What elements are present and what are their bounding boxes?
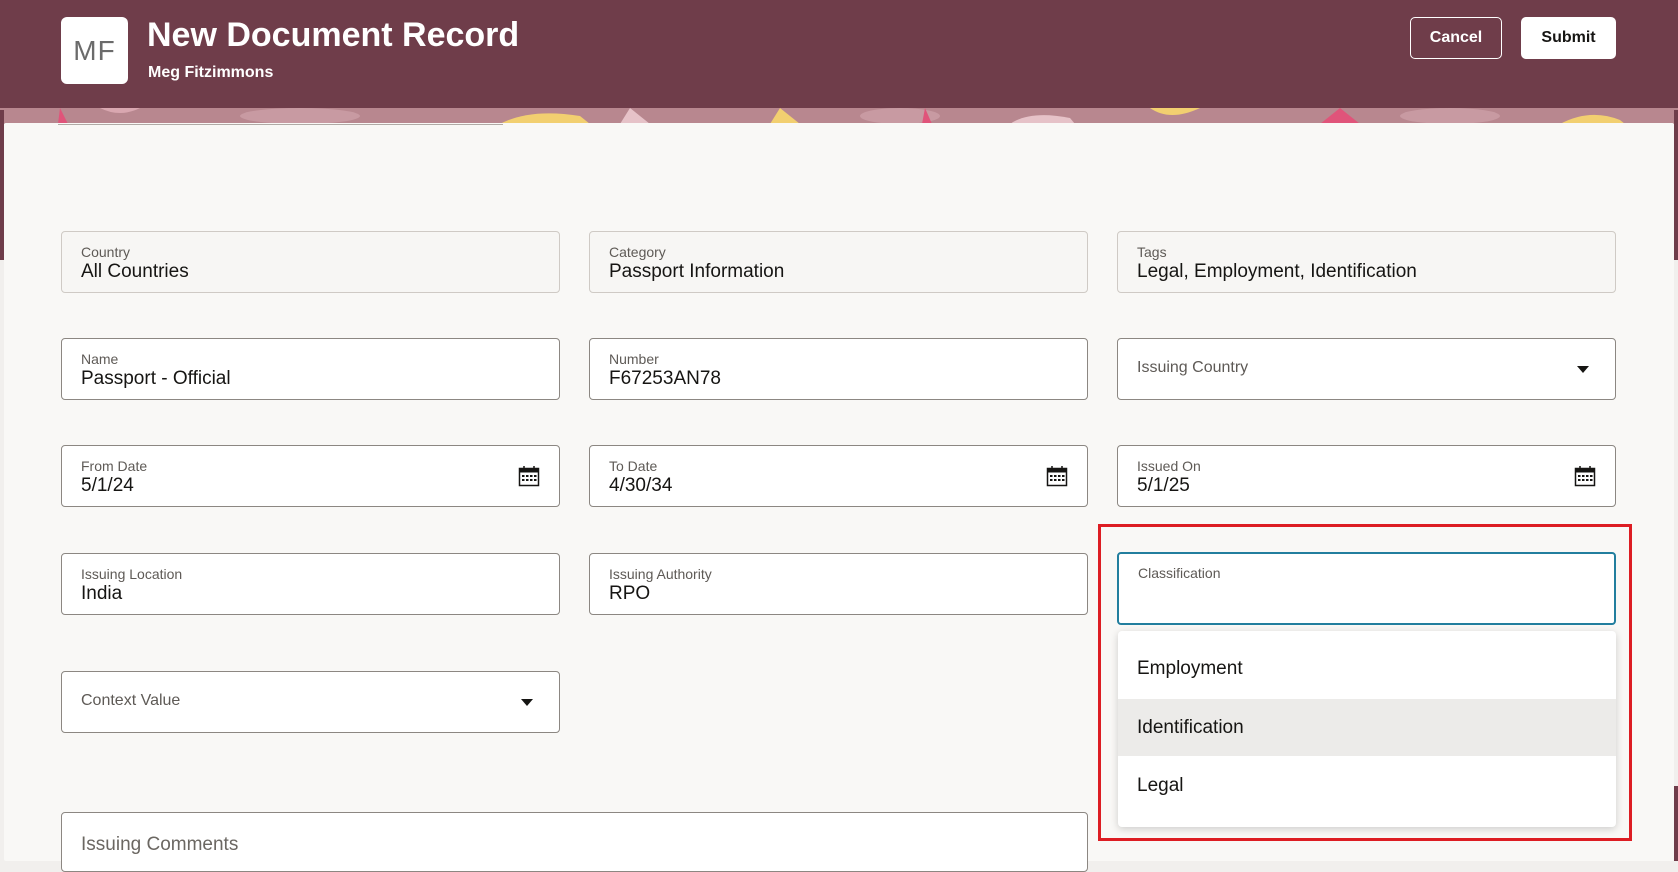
issuing-comments-placeholder: Issuing Comments — [81, 834, 239, 855]
category-value: Passport Information — [609, 261, 785, 282]
page-header: MF New Document Record Meg Fitzimmons Ca… — [0, 0, 1678, 110]
issued-on-value[interactable]: 5/1/25 — [1137, 475, 1190, 497]
classification-field[interactable]: Classification — [1117, 552, 1616, 625]
issuing-location-label: Issuing Location — [81, 566, 183, 582]
side-accent-bottom — [1674, 786, 1678, 861]
option-legal[interactable]: Legal — [1118, 757, 1616, 814]
avatar: MF — [61, 17, 128, 84]
country-field: Country All Countries — [61, 231, 560, 293]
from-date-field[interactable]: From Date 5/1/24 — [61, 445, 560, 507]
page-title: New Document Record — [147, 16, 520, 54]
calendar-icon[interactable] — [518, 465, 540, 487]
to-date-label: To Date — [609, 458, 658, 474]
category-label: Category — [609, 244, 666, 260]
to-date-value[interactable]: 4/30/34 — [609, 475, 672, 497]
issuing-country-placeholder: Issuing Country — [1137, 359, 1249, 376]
context-value-placeholder: Context Value — [81, 692, 181, 709]
divider — [58, 124, 503, 125]
country-label: Country — [81, 244, 131, 260]
number-value[interactable]: F67253AN78 — [609, 368, 721, 390]
option-employment[interactable]: Employment — [1118, 640, 1616, 697]
issuing-comments-field[interactable]: Issuing Comments — [61, 812, 1088, 872]
from-date-label: From Date — [81, 458, 148, 474]
calendar-icon[interactable] — [1046, 465, 1068, 487]
issuing-authority-value[interactable]: RPO — [609, 583, 650, 605]
issuing-authority-label: Issuing Authority — [609, 566, 712, 582]
issuing-authority-field[interactable]: Issuing Authority RPO — [589, 553, 1088, 615]
classification-label: Classification — [1138, 565, 1221, 581]
to-date-field[interactable]: To Date 4/30/34 — [589, 445, 1088, 507]
side-accent-right — [1674, 110, 1678, 260]
calendar-icon[interactable] — [1574, 465, 1596, 487]
name-label: Name — [81, 351, 119, 367]
issuing-country-select[interactable]: Issuing Country — [1117, 338, 1616, 400]
issued-on-field[interactable]: Issued On 5/1/25 — [1117, 445, 1616, 507]
name-field[interactable]: Name Passport - Official — [61, 338, 560, 400]
page-subtitle: Meg Fitzimmons — [148, 64, 274, 81]
issued-on-label: Issued On — [1137, 458, 1201, 474]
from-date-value[interactable]: 5/1/24 — [81, 475, 134, 497]
cancel-button[interactable]: Cancel — [1410, 17, 1502, 59]
context-value-select[interactable]: Context Value — [61, 671, 560, 733]
option-identification[interactable]: Identification — [1118, 699, 1616, 756]
name-value[interactable]: Passport - Official — [81, 368, 231, 390]
issuing-location-value[interactable]: India — [81, 583, 122, 605]
classification-dropdown: Employment Identification Legal — [1118, 631, 1616, 827]
country-value: All Countries — [81, 261, 189, 282]
chevron-down-icon[interactable] — [1577, 366, 1589, 373]
number-label: Number — [609, 351, 659, 367]
issuing-location-field[interactable]: Issuing Location India — [61, 553, 560, 615]
number-field[interactable]: Number F67253AN78 — [589, 338, 1088, 400]
chevron-down-icon[interactable] — [521, 699, 533, 706]
banner-pattern — [0, 108, 1678, 124]
tags-field: Tags Legal, Employment, Identification — [1117, 231, 1616, 293]
tags-label: Tags — [1137, 244, 1167, 260]
decorative-banner — [0, 108, 1678, 124]
category-field: Category Passport Information — [589, 231, 1088, 293]
tags-value: Legal, Employment, Identification — [1137, 261, 1417, 282]
submit-button[interactable]: Submit — [1521, 17, 1616, 59]
